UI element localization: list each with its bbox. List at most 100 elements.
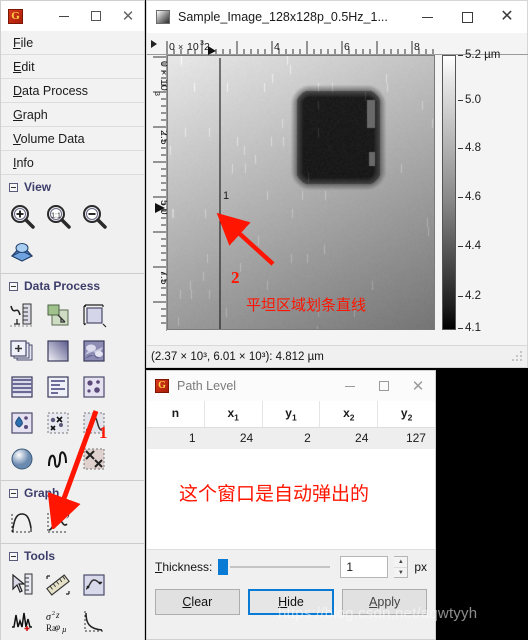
statistics-rows-icon[interactable] bbox=[41, 370, 75, 404]
rows-correct-icon[interactable] bbox=[5, 370, 39, 404]
section-view: View 1:1 bbox=[1, 175, 144, 274]
stack-add-icon[interactable] bbox=[5, 334, 39, 368]
minimize-icon[interactable] bbox=[48, 1, 80, 31]
colorbar-label-2: 4.8 bbox=[465, 142, 481, 154]
shade-icon[interactable] bbox=[77, 334, 111, 368]
section-header-view[interactable]: View bbox=[1, 175, 144, 198]
thickness-label: Thickness: bbox=[155, 560, 213, 575]
column-header-y1[interactable]: y1 bbox=[263, 401, 321, 428]
drop-grain-icon[interactable] bbox=[5, 406, 39, 440]
maximize-icon[interactable] bbox=[80, 1, 112, 31]
svg-text:0: 0 bbox=[169, 41, 175, 53]
section-graph: Graph f(x) bbox=[1, 481, 144, 544]
crop-resize-icon[interactable] bbox=[77, 298, 111, 332]
profile-extract-icon[interactable] bbox=[77, 568, 111, 602]
table-row[interactable]: 1 24 2 24 127 bbox=[147, 428, 435, 450]
app-logo-icon: G bbox=[8, 8, 23, 24]
colorbar-label-6: 4.1 bbox=[465, 322, 481, 334]
thickness-input[interactable]: 1 bbox=[340, 556, 389, 579]
app-logo-icon: G bbox=[155, 379, 169, 393]
svg-text:10: 10 bbox=[187, 41, 199, 53]
minimize-icon[interactable] bbox=[333, 371, 367, 401]
svg-text:4: 4 bbox=[274, 41, 280, 53]
thickness-stepper[interactable]: ▲ ▼ bbox=[394, 556, 409, 579]
path-level-table: n x1 y1 x2 y2 1 24 2 24 127 这个窗口是自动弹出的 bbox=[147, 401, 435, 550]
svg-text:1:1: 1:1 bbox=[51, 213, 61, 220]
close-icon[interactable]: ✕ bbox=[401, 371, 435, 401]
svg-text:8: 8 bbox=[414, 41, 420, 53]
image-window-titlebar: Sample_Image_128x128p_0.5Hz_1... ✕ bbox=[147, 1, 527, 33]
clear-button[interactable]: Clear bbox=[155, 589, 240, 616]
svg-text:µ: µ bbox=[62, 625, 67, 634]
gradient-icon[interactable] bbox=[41, 334, 75, 368]
maximize-icon[interactable] bbox=[447, 1, 487, 33]
zoom-1to1-icon[interactable]: 1:1 bbox=[41, 199, 75, 233]
afm-image-canvas[interactable]: 1 2 平坦区域划条直线 bbox=[167, 55, 435, 330]
svg-text:×: × bbox=[159, 70, 167, 75]
expander-icon[interactable] bbox=[9, 182, 18, 192]
align-rows-icon[interactable] bbox=[41, 298, 75, 332]
hide-button[interactable]: Hide bbox=[247, 589, 335, 616]
section-header-graph[interactable]: Graph bbox=[1, 481, 144, 504]
wave-icon[interactable] bbox=[41, 442, 75, 476]
measure-distance-icon[interactable] bbox=[41, 568, 75, 602]
svg-text:f(x): f(x) bbox=[59, 510, 70, 519]
slider-track bbox=[230, 566, 331, 569]
menu-item-graph[interactable]: Graph bbox=[1, 103, 144, 127]
image-window-statusbar: (2.37 × 10³, 6.01 × 10³): 4.812 µm bbox=[147, 345, 527, 367]
menu-item-data-process[interactable]: Data Process bbox=[1, 79, 144, 103]
cell-x1: 24 bbox=[239, 431, 254, 446]
spectro-icon[interactable] bbox=[5, 604, 39, 638]
expander-icon[interactable] bbox=[9, 281, 18, 291]
cell-y1: 2 bbox=[304, 431, 311, 446]
column-header-x2[interactable]: x2 bbox=[320, 401, 379, 428]
maximize-icon[interactable] bbox=[367, 371, 401, 401]
thickness-slider[interactable] bbox=[218, 558, 334, 576]
column-header-y2[interactable]: y2 bbox=[378, 401, 435, 427]
section-tools: Tools σ 2 z Ra φ µ bbox=[1, 544, 144, 640]
path-level-window-buttons: ✕ bbox=[333, 371, 435, 401]
section-header-tools[interactable]: Tools bbox=[1, 544, 144, 567]
slider-handle[interactable] bbox=[218, 559, 229, 576]
level-icon[interactable] bbox=[5, 298, 39, 332]
apply-button[interactable]: Apply bbox=[342, 589, 428, 616]
menu-item-edit[interactable]: Edit bbox=[1, 55, 144, 79]
zoom-in-icon[interactable] bbox=[5, 199, 39, 233]
expander-icon[interactable] bbox=[9, 488, 18, 498]
resize-grip-icon[interactable] bbox=[512, 350, 524, 363]
menu-item-volume-data[interactable]: Volume Data bbox=[1, 127, 144, 151]
3d-view-icon[interactable] bbox=[5, 235, 39, 269]
menu-item-file[interactable]: File bbox=[1, 31, 144, 55]
menu-label-dataprocess-rest: ata Process bbox=[22, 84, 89, 98]
afm-image-bitmap[interactable] bbox=[168, 56, 434, 329]
icon-grid-data-process bbox=[1, 297, 144, 477]
stepper-up-icon[interactable]: ▲ bbox=[394, 557, 408, 568]
cell-n: 1 bbox=[188, 431, 196, 446]
graph-function-icon[interactable]: f(x) bbox=[41, 505, 75, 539]
stats-quantities-icon[interactable]: σ 2 z Ra φ µ bbox=[41, 604, 75, 638]
stepper-down-icon[interactable]: ▼ bbox=[394, 568, 407, 578]
colorbar-gradient bbox=[442, 55, 456, 330]
remove-spots-icon[interactable] bbox=[41, 406, 75, 440]
remove-data-icon[interactable] bbox=[77, 442, 111, 476]
menu-label-file-rest: ile bbox=[20, 36, 34, 50]
menu-item-info[interactable]: Info bbox=[1, 151, 144, 175]
column-header-x1[interactable]: x1 bbox=[205, 401, 263, 428]
column-header-n[interactable]: n bbox=[147, 401, 205, 428]
sphere-revolve-icon[interactable] bbox=[5, 442, 39, 476]
colorbar-scale: 5.2 µm 5.0 4.8 4.6 4.4 4.2 4.1 bbox=[458, 49, 524, 339]
thickness-row: Thickness: 1 ▲ ▼ px bbox=[147, 549, 435, 585]
grain-mark-icon[interactable] bbox=[77, 370, 111, 404]
section-header-data-process[interactable]: Data Process bbox=[1, 274, 144, 297]
image-thumbnail-icon bbox=[156, 10, 170, 24]
close-icon[interactable]: ✕ bbox=[112, 1, 144, 31]
graph-profile-icon[interactable] bbox=[5, 505, 39, 539]
icon-grid-view: 1:1 bbox=[1, 198, 144, 270]
minimize-icon[interactable] bbox=[407, 1, 447, 33]
close-icon[interactable]: ✕ bbox=[487, 1, 527, 33]
row-profile-icon[interactable] bbox=[77, 604, 111, 638]
expander-icon[interactable] bbox=[9, 551, 18, 561]
image-window-title: Sample_Image_128x128p_0.5Hz_1... bbox=[178, 10, 388, 24]
zoom-out-icon[interactable] bbox=[77, 199, 111, 233]
read-value-icon[interactable] bbox=[5, 568, 39, 602]
